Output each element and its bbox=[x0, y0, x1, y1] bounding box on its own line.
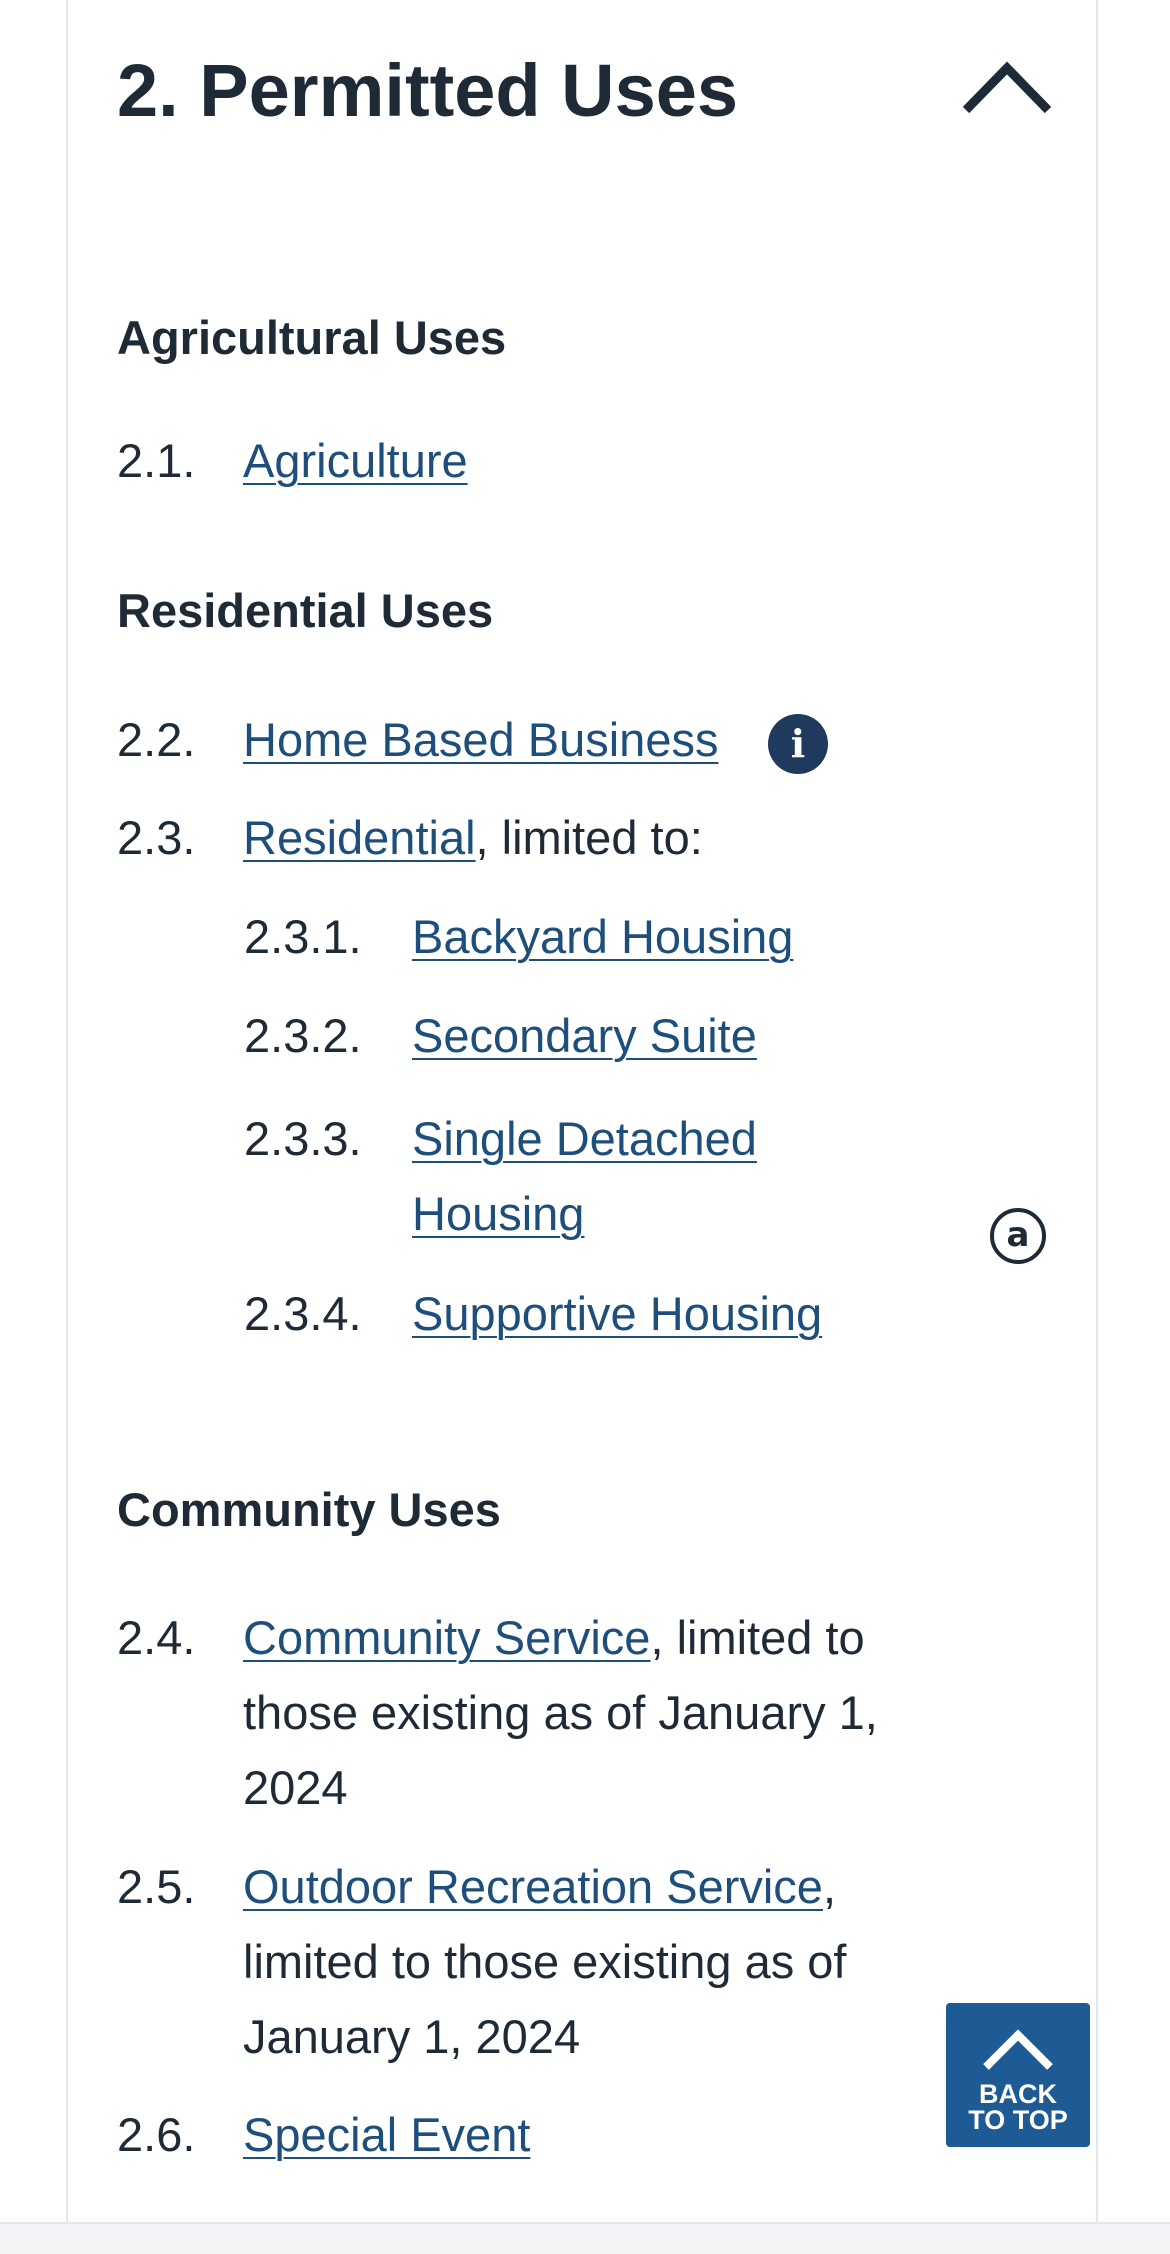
anchor-link-icon[interactable]: a bbox=[990, 1208, 1046, 1264]
item-number: 2.5. bbox=[117, 1860, 196, 1913]
item-number: 2.4. bbox=[117, 1611, 196, 1664]
item-body: Backyard Housing bbox=[412, 899, 793, 974]
list-item: 2.3. Residential, limited to: bbox=[117, 800, 937, 875]
chevron-up-icon bbox=[983, 2029, 1053, 2070]
sub-list-item: 2.3.4. Supportive Housing bbox=[244, 1276, 884, 1351]
item-number: 2.2. bbox=[117, 713, 196, 766]
item-number: 2.1. bbox=[117, 434, 196, 487]
list-item: 2.6. Special Event bbox=[117, 2097, 937, 2172]
sub-list-item: 2.3.2. Secondary Suite bbox=[244, 998, 884, 1073]
sub-list-item: 2.3.1. Backyard Housing bbox=[244, 899, 884, 974]
back-to-top-button[interactable]: BACK TO TOP bbox=[946, 2003, 1090, 2147]
list-item: 2.1. Agriculture bbox=[117, 423, 937, 498]
item-body: Single Detached Housing bbox=[412, 1101, 812, 1251]
link-special-event[interactable]: Special Event bbox=[243, 2108, 530, 2161]
item-number: 2.3.4. bbox=[244, 1287, 362, 1340]
link-home-based-business[interactable]: Home Based Business bbox=[243, 713, 718, 766]
item-body: Home Based Business bbox=[243, 702, 718, 777]
item-body: Community Service, limited to those exis… bbox=[243, 1600, 923, 1825]
link-supportive-housing[interactable]: Supportive Housing bbox=[412, 1287, 822, 1340]
back-to-top-label: BACK TO TOP bbox=[968, 2079, 1068, 2135]
item-body: Residential, limited to: bbox=[243, 800, 703, 875]
group-heading-agricultural: Agricultural Uses bbox=[117, 311, 507, 364]
link-community-service[interactable]: Community Service bbox=[243, 1611, 650, 1664]
link-single-detached-housing[interactable]: Single Detached Housing bbox=[412, 1112, 757, 1240]
item-body: Supportive Housing bbox=[412, 1276, 822, 1351]
item-number: 2.3.3. bbox=[244, 1112, 362, 1165]
item-number: 2.3.1. bbox=[244, 910, 362, 963]
sub-list-item: 2.3.3. Single Detached Housing bbox=[244, 1101, 884, 1251]
list-item: 2.4. Community Service, limited to those… bbox=[117, 1600, 937, 1825]
item-body: Outdoor Recreation Service, limited to t… bbox=[243, 1849, 923, 2074]
item-body: Agriculture bbox=[243, 423, 468, 498]
item-body: Special Event bbox=[243, 2097, 530, 2172]
item-number: 2.3.2. bbox=[244, 1009, 362, 1062]
group-heading-residential: Residential Uses bbox=[117, 584, 494, 637]
link-residential[interactable]: Residential bbox=[243, 811, 476, 864]
group-heading-community: Community Uses bbox=[117, 1483, 501, 1536]
item-suffix: , limited to: bbox=[475, 811, 703, 864]
link-secondary-suite[interactable]: Secondary Suite bbox=[412, 1009, 757, 1062]
bottom-bar bbox=[0, 2222, 1170, 2254]
section-title: 2. Permitted Uses bbox=[117, 49, 739, 132]
list-item: 2.5. Outdoor Recreation Service, limited… bbox=[117, 1849, 937, 2074]
link-agriculture[interactable]: Agriculture bbox=[243, 434, 468, 487]
collapse-section-button[interactable] bbox=[960, 58, 1054, 118]
link-backyard-housing[interactable]: Backyard Housing bbox=[412, 910, 793, 963]
chevron-up-icon bbox=[962, 61, 1052, 114]
item-number: 2.3. bbox=[117, 811, 196, 864]
info-icon[interactable]: i bbox=[768, 714, 828, 774]
item-body: Secondary Suite bbox=[412, 998, 757, 1073]
link-outdoor-recreation-service[interactable]: Outdoor Recreation Service bbox=[243, 1860, 823, 1913]
item-number: 2.6. bbox=[117, 2108, 196, 2161]
